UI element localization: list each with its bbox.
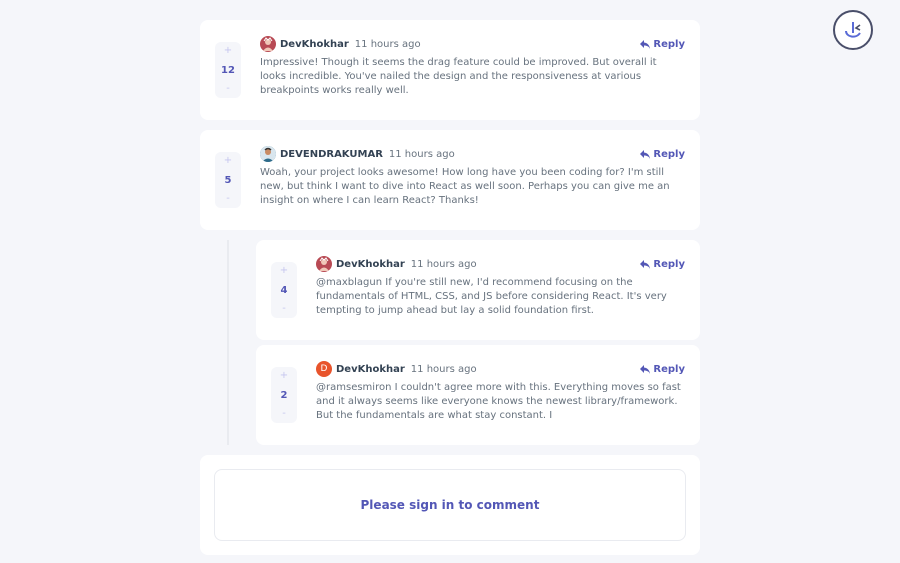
vote-score: 12 [221,64,235,76]
upvote-button[interactable]: + [280,266,288,276]
vote-widget: + 2 - [271,367,297,423]
vote-widget: + 12 - [215,42,241,98]
comment-text: Impressive! Though it seems the drag fea… [260,57,657,96]
username[interactable]: DevKhokhar [336,364,405,375]
reply-button[interactable]: Reply [640,259,685,270]
upvote-button[interactable]: + [280,371,288,381]
avatar [260,36,276,52]
reply-label: Reply [653,258,685,270]
avatar: D [316,361,332,377]
comment-text: Woah, your project looks awesome! How lo… [260,167,670,206]
vote-widget: + 5 - [215,152,241,208]
downvote-button[interactable]: - [282,304,286,314]
signin-card: Please sign in to comment [200,455,700,555]
vote-widget: + 4 - [271,262,297,318]
comment-header: DevKhokhar 11 hours ago Reply [316,256,685,272]
comment-header: DevKhokhar 11 hours ago Reply [260,36,685,52]
reply-button[interactable]: Reply [640,364,685,375]
downvote-button[interactable]: - [282,409,286,419]
upvote-button[interactable]: + [224,156,232,166]
avatar [316,256,332,272]
reply-arrow-icon [640,39,651,49]
reply-label: Reply [653,38,685,50]
vote-score: 5 [224,174,232,186]
reply-button[interactable]: Reply [640,149,685,160]
reply-card: + 2 - D DevKhokhar 11 hours ago Reply @r… [256,345,700,445]
comment-header: D DevKhokhar 11 hours ago Reply [316,361,685,377]
username[interactable]: DevKhokhar [336,259,405,270]
username[interactable]: DEVENDRAKUMAR [280,149,383,160]
comment-text: @maxblagun If you're still new, I'd reco… [316,277,667,316]
reply-card: + 4 - DevKhokhar 11 hours ago Reply @max… [256,240,700,340]
reply-arrow-icon [640,149,651,159]
reply-thread-line [227,240,229,445]
app-logo-icon[interactable] [833,10,873,50]
timestamp: 11 hours ago [410,258,477,270]
downvote-button[interactable]: - [226,84,230,94]
vote-score: 4 [280,284,288,296]
comment-text: @ramsesmiron I couldn't agree more with … [316,382,681,421]
timestamp: 11 hours ago [354,38,421,50]
comment-header: DEVENDRAKUMAR 11 hours ago Reply [260,146,685,162]
signin-link[interactable]: Please sign in to comment [361,498,540,512]
reply-arrow-icon [640,364,651,374]
vote-score: 2 [280,389,288,401]
reply-label: Reply [653,148,685,160]
upvote-button[interactable]: + [224,46,232,56]
timestamp: 11 hours ago [410,363,477,375]
reply-label: Reply [653,363,685,375]
username[interactable]: DevKhokhar [280,39,349,50]
avatar [260,146,276,162]
comment-card: + 5 - DEVENDRAKUMAR 11 hours ago Reply W… [200,130,700,230]
comment-card: + 12 - DevKhokhar 11 hours ago Reply Imp… [200,20,700,120]
reply-arrow-icon [640,259,651,269]
reply-button[interactable]: Reply [640,39,685,50]
downvote-button[interactable]: - [226,194,230,204]
signin-box: Please sign in to comment [214,469,686,541]
timestamp: 11 hours ago [388,148,455,160]
